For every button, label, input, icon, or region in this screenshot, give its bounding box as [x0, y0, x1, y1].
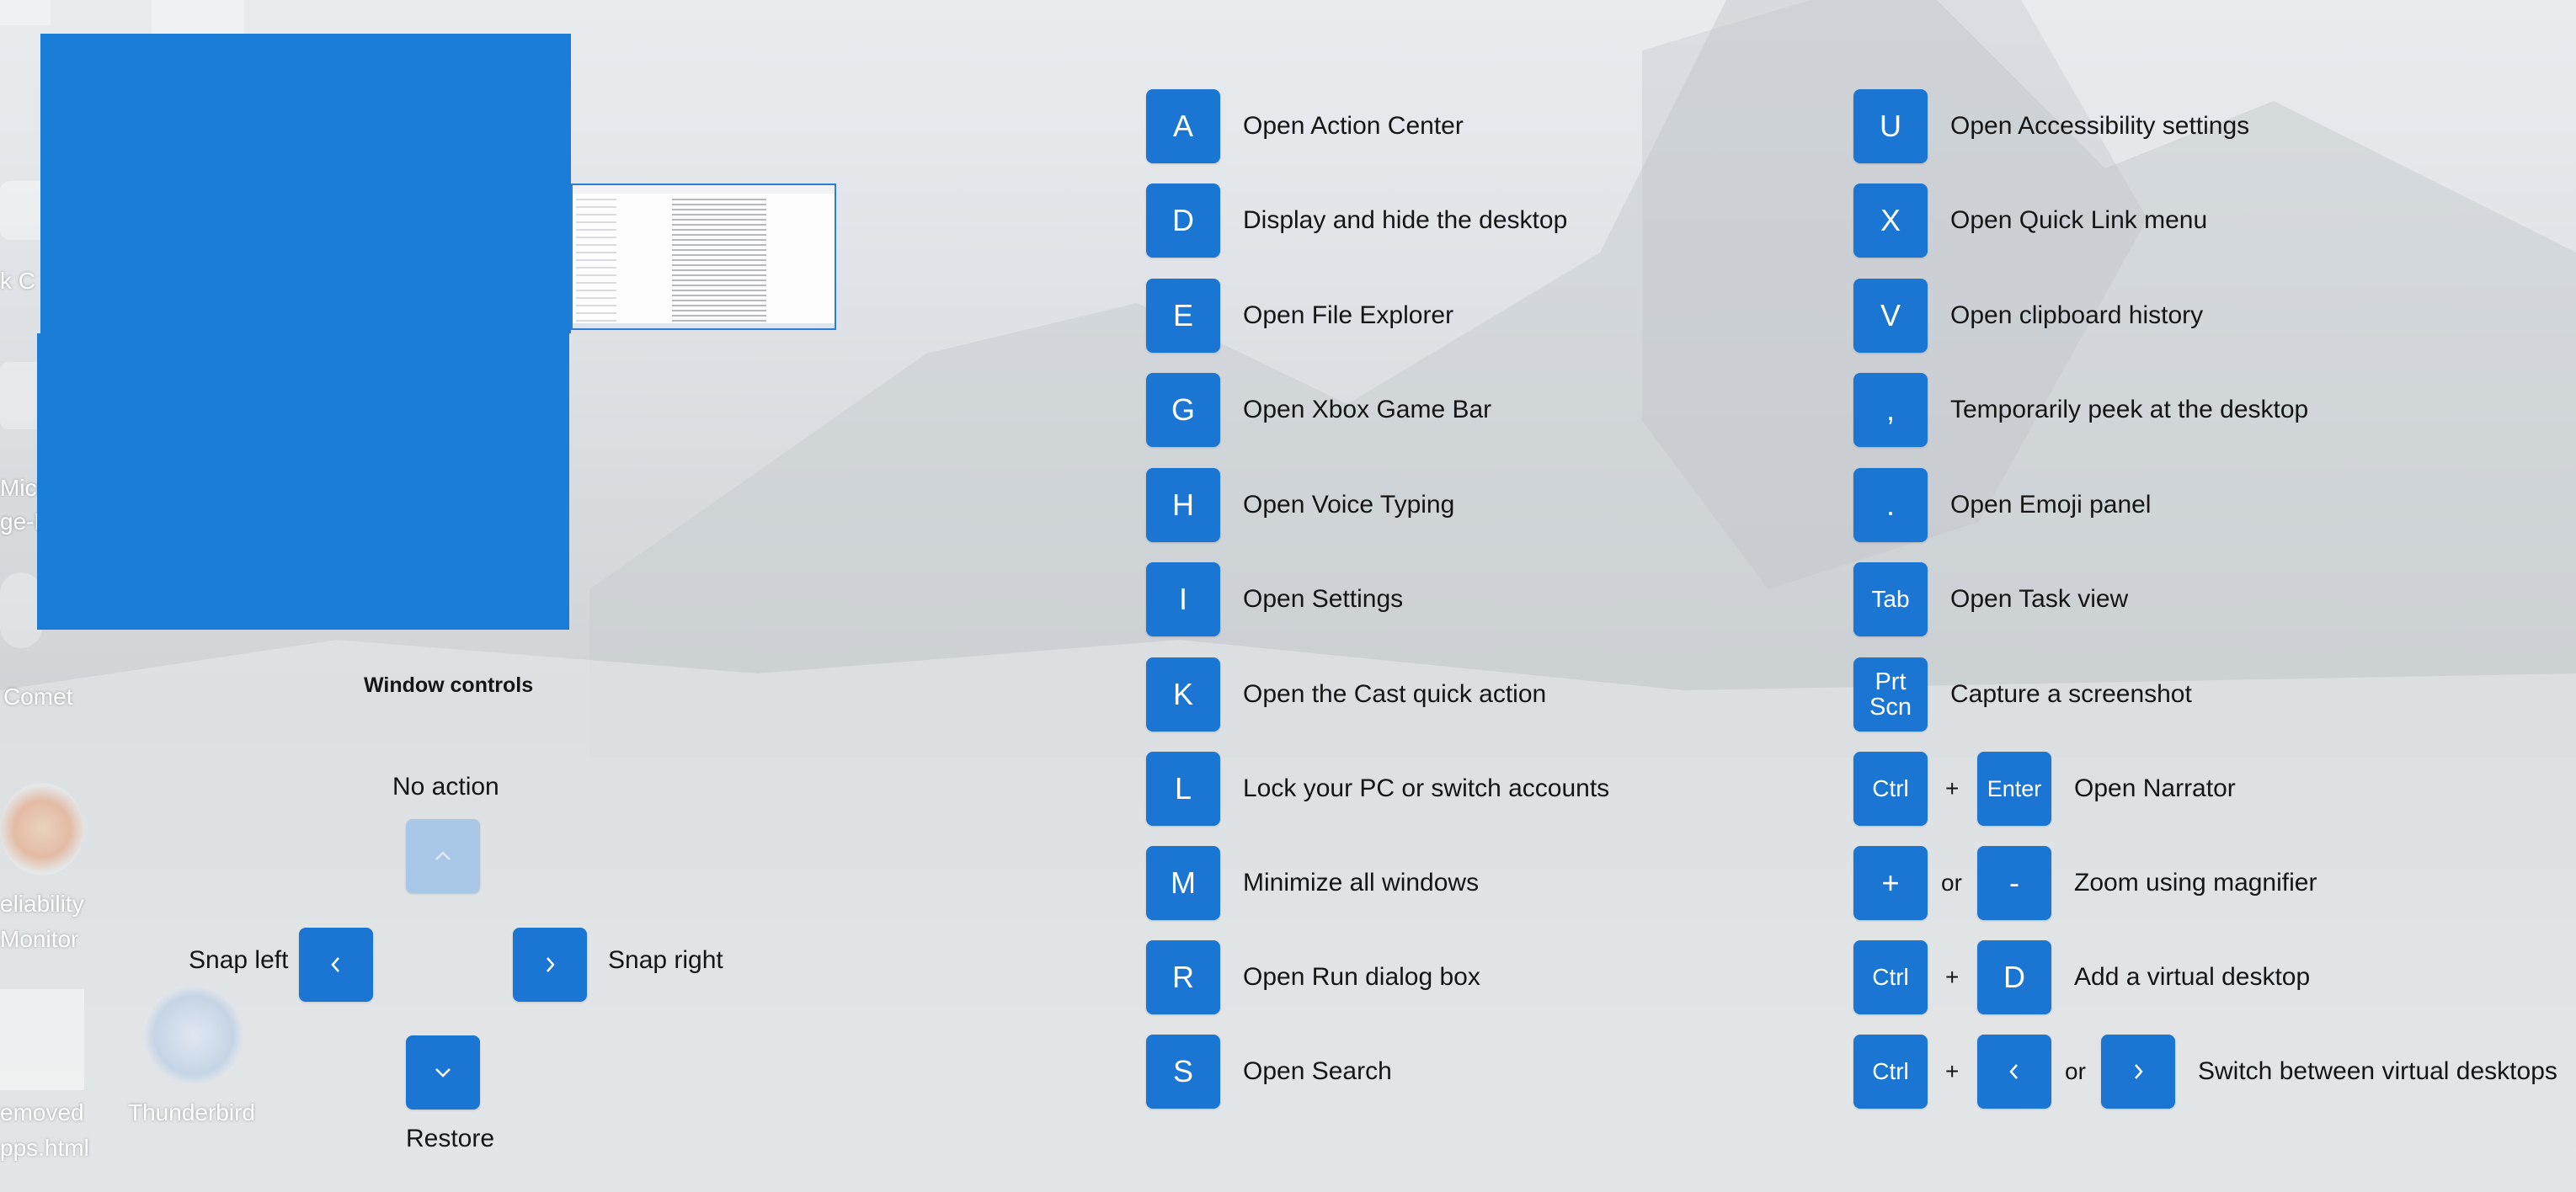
- key-i: I: [1146, 562, 1220, 636]
- key-prtscn: Prt Scn: [1853, 657, 1928, 732]
- shortcut-desc: Open Xbox Game Bar: [1243, 396, 1492, 423]
- window-controls-title: Window controls: [364, 673, 534, 697]
- combo-or: or: [2065, 1058, 2086, 1084]
- shortcut-desc: Add a virtual desktop: [2074, 963, 2311, 991]
- combo-or: or: [1941, 870, 1962, 896]
- snap-right-button[interactable]: [513, 928, 587, 1002]
- chevron-left-icon: [331, 957, 339, 972]
- desktop-icon-label-reliability-1: eliability: [0, 891, 84, 917]
- shortcut-desc: Open the Cast quick action: [1243, 680, 1547, 708]
- reliability-monitor-icon[interactable]: [0, 783, 84, 875]
- key-enter: Enter: [1977, 752, 2051, 826]
- key-prtscn-line2: Scn: [1869, 694, 1912, 721]
- key-d: D: [1146, 184, 1220, 258]
- chevron-down-icon: [435, 1068, 451, 1078]
- key-comma: ,: [1853, 373, 1928, 447]
- no-action-label: No action: [392, 773, 499, 801]
- combo-plus: +: [1945, 775, 1960, 801]
- key-ctrl: Ctrl: [1853, 1035, 1928, 1109]
- key-h: H: [1146, 468, 1220, 542]
- removed-apps-icon[interactable]: [0, 989, 84, 1090]
- desktop-icon-label-k: k C: [0, 268, 35, 294]
- chevron-right-icon: [2135, 1064, 2143, 1079]
- key-x: X: [1853, 184, 1928, 258]
- key-v: V: [1853, 279, 1928, 353]
- desktop-icon-label-thunderbird: Thunderbird: [128, 1099, 255, 1125]
- thumbnail-footer: [573, 323, 835, 328]
- key-s: S: [1146, 1035, 1220, 1109]
- key-right-arrow: [2101, 1035, 2175, 1109]
- key-r: R: [1146, 940, 1220, 1014]
- key-period: .: [1853, 468, 1928, 542]
- key-ctrl: Ctrl: [1853, 752, 1928, 826]
- desktop-icon-label-reliability-2: Monitor: [0, 926, 79, 952]
- key-g: G: [1146, 373, 1220, 447]
- shortcut-desc: Open Search: [1243, 1057, 1392, 1085]
- shortcut-desc: Open Settings: [1243, 585, 1404, 613]
- chevron-right-icon: [547, 957, 555, 972]
- shortcut-desc: Open Task view: [1950, 585, 2129, 613]
- desktop-icon-tile-top2[interactable]: [152, 0, 244, 34]
- thumbnail-doc: [672, 199, 766, 322]
- key-d-virtual: D: [1977, 940, 2051, 1014]
- key-m: M: [1146, 846, 1220, 920]
- snap-layout-bottom-left[interactable]: [37, 333, 569, 630]
- snap-up-button[interactable]: [406, 819, 480, 893]
- restore-label: Restore: [406, 1125, 495, 1152]
- shortcut-desc: Capture a screenshot: [1950, 680, 2192, 708]
- shortcut-desc: Open clipboard history: [1950, 301, 2204, 329]
- chevron-up-icon: [435, 851, 451, 860]
- comet-icon[interactable]: [0, 572, 42, 648]
- shortcut-desc: Open Run dialog box: [1243, 963, 1480, 991]
- shortcut-desc: Open Voice Typing: [1243, 491, 1455, 519]
- shortcut-desc: Open Emoji panel: [1950, 491, 2152, 519]
- thumbnail-sidebar: [576, 199, 616, 325]
- snap-right-label: Snap right: [608, 946, 723, 974]
- key-a: A: [1146, 89, 1220, 163]
- shortcut-desc: Temporarily peek at the desktop: [1950, 396, 2309, 423]
- key-e: E: [1146, 279, 1220, 353]
- shortcut-desc: Open Narrator: [2074, 774, 2236, 802]
- shortcut-desc: Zoom using magnifier: [2074, 869, 2317, 897]
- edge-icon[interactable]: [0, 362, 42, 429]
- shortcut-desc: Lock your PC or switch accounts: [1243, 774, 1610, 802]
- shortcut-desc: Open Action Center: [1243, 112, 1464, 140]
- shortcut-desc: Switch between virtual desktops: [2198, 1057, 2557, 1085]
- key-u: U: [1853, 89, 1928, 163]
- snap-left-button[interactable]: [299, 928, 373, 1002]
- key-prtscn-line1: Prt: [1875, 668, 1907, 695]
- key-tab: Tab: [1853, 562, 1928, 636]
- key-ctrl: Ctrl: [1853, 940, 1928, 1014]
- key-minus: -: [1977, 846, 2051, 920]
- thunderbird-icon[interactable]: [143, 985, 244, 1086]
- chevron-left-icon: [2009, 1064, 2018, 1079]
- shortcut-desc: Open Accessibility settings: [1950, 112, 2250, 140]
- thumbnail-titlebar: [573, 185, 835, 194]
- combo-plus: +: [1945, 1058, 1960, 1084]
- restore-button[interactable]: [406, 1035, 480, 1110]
- shortcut-desc: Minimize all windows: [1243, 869, 1480, 897]
- shortcut-desc: Open Quick Link menu: [1950, 206, 2208, 234]
- key-left-arrow: [1977, 1035, 2051, 1109]
- desktop-icon-label-removed-1: emoved: [0, 1099, 84, 1125]
- window-thumbnail[interactable]: [571, 184, 836, 330]
- snap-layout-top-left[interactable]: [40, 34, 571, 333]
- key-k: K: [1146, 657, 1220, 732]
- combo-plus: +: [1945, 964, 1960, 990]
- shortcut-desc: Display and hide the desktop: [1243, 206, 1568, 234]
- snap-left-label: Snap left: [189, 946, 289, 974]
- desktop-icon-label-comet: Comet: [3, 684, 73, 710]
- key-l: L: [1146, 752, 1220, 826]
- shortcut-desc: Open File Explorer: [1243, 301, 1454, 329]
- desktop-icon-tile-top[interactable]: [0, 0, 51, 25]
- desktop-icon-label-removed-2: pps.html: [0, 1135, 89, 1161]
- key-plus: +: [1853, 846, 1928, 920]
